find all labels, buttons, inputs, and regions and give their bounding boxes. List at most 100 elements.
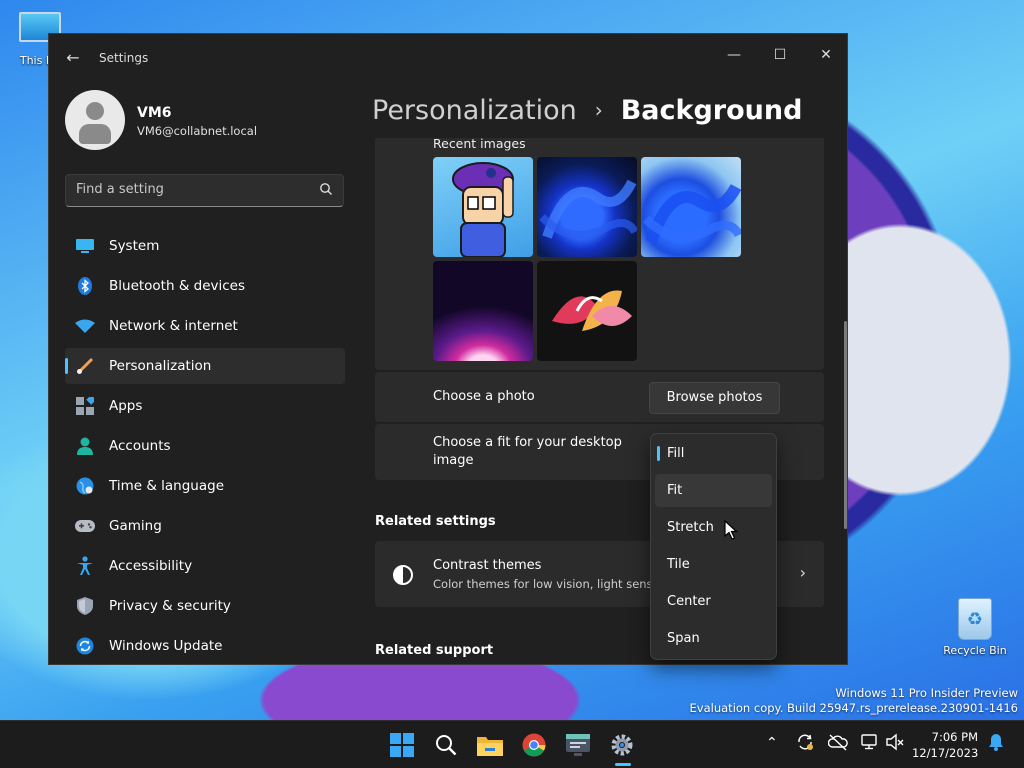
sidebar-item-gaming[interactable]: Gaming bbox=[65, 508, 345, 544]
sidebar-item-time-language[interactable]: Time & language bbox=[65, 468, 345, 504]
system-clock[interactable]: 7:06 PM 12/17/2023 bbox=[912, 729, 978, 761]
avatar-head bbox=[86, 102, 104, 120]
update-icon bbox=[75, 636, 95, 656]
fit-option-fit[interactable]: Fit bbox=[655, 474, 772, 507]
maximize-button[interactable]: ☐ bbox=[757, 40, 803, 70]
recent-image-thumbnail[interactable] bbox=[433, 261, 533, 361]
mouse-cursor-icon bbox=[724, 520, 738, 540]
search-icon bbox=[320, 183, 332, 195]
search-input[interactable] bbox=[76, 182, 306, 197]
apps-icon bbox=[75, 396, 95, 416]
choose-photo-row: Choose a photo Browse photos bbox=[375, 372, 824, 422]
profile-email: VM6@collabnet.local bbox=[137, 124, 258, 138]
sidebar-item-label: Accessibility bbox=[109, 558, 193, 574]
active-app-indicator bbox=[615, 763, 631, 766]
sidebar-item-accessibility[interactable]: Accessibility bbox=[65, 548, 345, 584]
desktop-icon-label: Recycle Bin bbox=[943, 644, 1007, 657]
back-arrow-icon[interactable]: ← bbox=[63, 48, 83, 68]
desktop-icon-recycle-bin[interactable]: ♻ Recycle Bin bbox=[940, 598, 1010, 657]
contrast-icon bbox=[393, 565, 413, 585]
fit-dropdown-menu: Fill Fit Stretch Tile Center Span bbox=[650, 433, 777, 660]
sidebar-item-label: Bluetooth & devices bbox=[109, 278, 246, 294]
fit-option-stretch[interactable]: Stretch bbox=[655, 511, 772, 544]
gamepad-icon bbox=[75, 516, 95, 536]
network-icon[interactable] bbox=[860, 733, 880, 755]
sidebar-item-label: Privacy & security bbox=[109, 598, 231, 614]
recent-image-thumbnail[interactable] bbox=[537, 157, 637, 257]
related-settings-heading: Related settings bbox=[375, 514, 496, 529]
sidebar-item-privacy-security[interactable]: Privacy & security bbox=[65, 588, 345, 624]
sidebar-item-label: System bbox=[109, 238, 160, 254]
profile-name: VM6 bbox=[137, 105, 172, 121]
start-icon[interactable] bbox=[386, 729, 418, 761]
shield-icon bbox=[75, 596, 95, 616]
volume-muted-icon[interactable] bbox=[886, 733, 904, 755]
recycle-bin-icon: ♻ bbox=[958, 598, 992, 640]
cloud-offline-icon[interactable] bbox=[827, 733, 848, 755]
evaluation-watermark: Windows 11 Pro Insider Preview Evaluatio… bbox=[690, 686, 1018, 716]
fit-option-span[interactable]: Span bbox=[655, 622, 772, 655]
watermark-line: Windows 11 Pro Insider Preview bbox=[835, 686, 1018, 700]
sidebar-item-windows-update[interactable]: Windows Update bbox=[65, 628, 345, 664]
clock-date: 12/17/2023 bbox=[912, 746, 979, 760]
browse-photos-button[interactable]: Browse photos bbox=[649, 382, 780, 414]
bluetooth-icon bbox=[75, 276, 95, 296]
scrollbar[interactable] bbox=[844, 321, 847, 529]
avatar-body bbox=[79, 124, 111, 144]
search-box[interactable] bbox=[65, 174, 344, 207]
wifi-icon bbox=[75, 316, 95, 336]
fit-option-fill[interactable]: Fill bbox=[655, 437, 772, 470]
window-title: Settings bbox=[99, 51, 149, 65]
breadcrumb-parent[interactable]: Personalization bbox=[372, 95, 577, 126]
fit-option-tile[interactable]: Tile bbox=[655, 548, 772, 581]
fit-option-center[interactable]: Center bbox=[655, 585, 772, 618]
notification-bell-icon[interactable] bbox=[988, 733, 1004, 755]
sidebar-item-personalization[interactable]: Personalization bbox=[65, 348, 345, 384]
recent-images-label: Recent images bbox=[433, 138, 526, 151]
taskbar: ⌃ 7:06 PM 12/17/2023 bbox=[0, 720, 1024, 768]
chevron-right-icon: › bbox=[799, 563, 806, 582]
sidebar-item-label: Gaming bbox=[109, 518, 162, 534]
title-bar[interactable]: ← Settings — ☐ ✕ bbox=[49, 34, 847, 82]
choose-fit-label: Choose a fit for your desktop image bbox=[433, 435, 622, 468]
search-icon[interactable] bbox=[430, 729, 462, 761]
breadcrumb: Personalization › Background bbox=[372, 90, 802, 130]
avatar[interactable] bbox=[65, 90, 125, 150]
sidebar-item-label: Windows Update bbox=[109, 638, 223, 654]
sidebar-item-system[interactable]: System bbox=[65, 228, 345, 264]
watermark-line: Evaluation copy. Build 25947.rs_prerelea… bbox=[689, 701, 1018, 715]
choose-photo-label: Choose a photo bbox=[433, 389, 535, 404]
accounts-icon bbox=[75, 436, 95, 456]
contrast-themes-title: Contrast themes bbox=[433, 558, 542, 573]
sidebar-item-apps[interactable]: Apps bbox=[65, 388, 345, 424]
file-explorer-icon[interactable] bbox=[474, 729, 506, 761]
chevron-up-icon[interactable]: ⌃ bbox=[766, 735, 778, 751]
recent-image-thumbnail[interactable] bbox=[537, 261, 637, 361]
brush-icon bbox=[75, 356, 95, 376]
minimize-button[interactable]: — bbox=[711, 40, 757, 70]
chrome-icon[interactable] bbox=[518, 729, 550, 761]
recent-image-thumbnail[interactable] bbox=[641, 157, 741, 257]
related-support-heading: Related support bbox=[375, 643, 494, 658]
sync-icon[interactable] bbox=[796, 733, 814, 755]
system-icon bbox=[75, 236, 95, 256]
sidebar-item-label: Apps bbox=[109, 398, 143, 414]
sidebar-item-network[interactable]: Network & internet bbox=[65, 308, 345, 344]
sidebar-item-label: Time & language bbox=[109, 478, 225, 494]
clock-time: 7:06 PM bbox=[931, 730, 978, 744]
globe-icon bbox=[75, 476, 95, 496]
close-button[interactable]: ✕ bbox=[803, 40, 847, 70]
recent-image-thumbnail[interactable] bbox=[433, 157, 533, 257]
contrast-themes-description: Color themes for low vision, light sensi… bbox=[433, 577, 664, 591]
sidebar-nav: System Bluetooth & devices Network & int… bbox=[65, 228, 345, 664]
sidebar-item-label: Network & internet bbox=[109, 318, 238, 334]
sidebar-item-label: Personalization bbox=[109, 358, 212, 374]
page-title: Background bbox=[620, 94, 803, 126]
sidebar-item-accounts[interactable]: Accounts bbox=[65, 428, 345, 464]
terminal-icon[interactable] bbox=[562, 729, 594, 761]
sidebar-item-label: Accounts bbox=[109, 438, 171, 454]
accessibility-icon bbox=[75, 556, 95, 576]
recent-images-card: Recent images bbox=[375, 138, 824, 370]
settings-icon[interactable] bbox=[606, 729, 638, 761]
sidebar-item-bluetooth[interactable]: Bluetooth & devices bbox=[65, 268, 345, 304]
